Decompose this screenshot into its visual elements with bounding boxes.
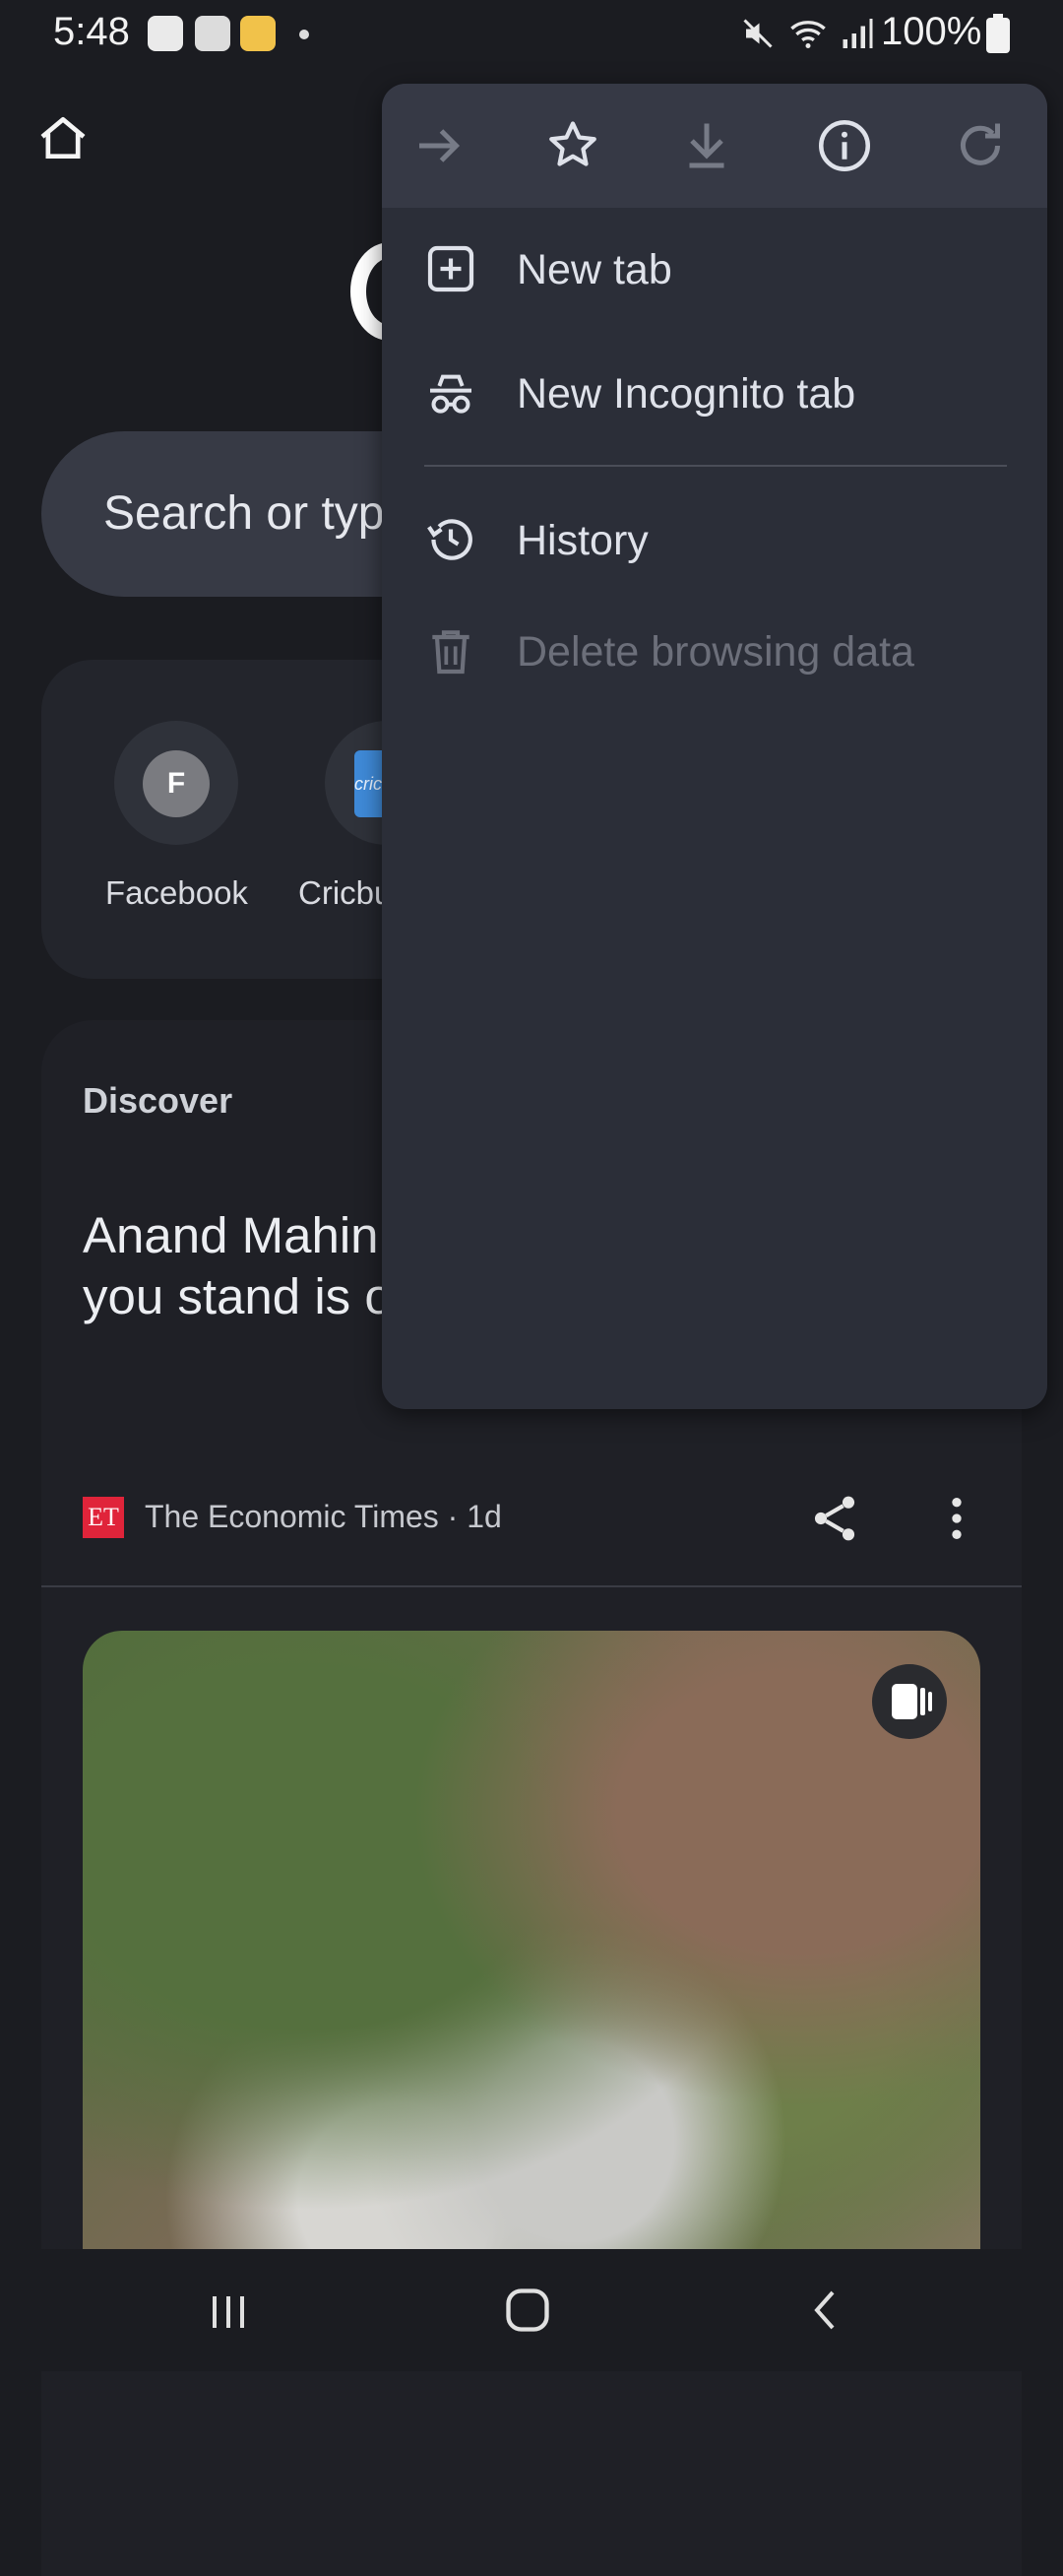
menu-item-label: Delete browsing data xyxy=(517,628,914,676)
battery-icon xyxy=(986,14,1010,53)
menu-item-new-incognito-tab[interactable]: New Incognito tab xyxy=(382,339,1047,447)
menu-item-history[interactable]: History xyxy=(382,485,1047,594)
battery-percent: 100% xyxy=(881,10,982,53)
status-bar: 5:48 100% xyxy=(0,0,1063,69)
article-divider xyxy=(41,1585,1022,1587)
wifi-icon xyxy=(790,21,826,48)
download-icon[interactable] xyxy=(677,116,736,175)
menu-item-label: History xyxy=(517,517,649,564)
menu-item-new-tab[interactable]: New tab xyxy=(382,215,1047,323)
search-placeholder: Search or type xyxy=(103,487,411,540)
share-icon[interactable] xyxy=(807,1491,862,1546)
recent-apps-icon[interactable] xyxy=(205,2288,252,2336)
info-icon[interactable] xyxy=(815,116,874,175)
article-source: The Economic Times · 1d xyxy=(145,1499,502,1534)
home-icon[interactable] xyxy=(35,110,91,165)
incognito-icon xyxy=(430,374,471,414)
menu-item-label: New tab xyxy=(517,246,672,293)
history-icon xyxy=(427,519,472,560)
dot-icon xyxy=(299,30,309,39)
nav-home-icon[interactable] xyxy=(502,2285,553,2336)
status-time: 5:48 xyxy=(53,10,130,53)
shortcut-cricbuzz-label: Cricbu xyxy=(298,874,393,911)
s-app-icon xyxy=(148,16,183,51)
new-tab-icon xyxy=(427,245,474,292)
trash-icon xyxy=(432,630,469,675)
mute-icon xyxy=(743,19,773,48)
cricbuzz-icon-text: cric xyxy=(354,774,382,794)
reload-icon[interactable] xyxy=(951,116,1010,175)
shortcut-facebook-label: Facebook xyxy=(105,874,248,911)
facebook-letter-icon: F xyxy=(143,750,210,817)
overflow-menu: New tab New Incognito tab History Delete… xyxy=(382,84,1047,1409)
more-options-icon[interactable] xyxy=(929,1491,984,1546)
menu-item-delete-browsing-data[interactable]: Delete browsing data xyxy=(382,597,1047,705)
menu-toolbar xyxy=(382,84,1047,208)
economic-times-logo: ET xyxy=(83,1497,124,1538)
discover-heading: Discover xyxy=(83,1080,233,1121)
app-notification-icon xyxy=(240,16,276,51)
menu-divider xyxy=(424,465,1007,467)
web-stories-icon xyxy=(872,1664,947,1739)
signal-icon xyxy=(843,19,873,48)
gallery-icon xyxy=(195,16,230,51)
back-icon[interactable] xyxy=(803,2286,850,2334)
system-nav-bar xyxy=(0,2249,1063,2371)
forward-icon[interactable] xyxy=(409,116,469,175)
menu-item-label: New Incognito tab xyxy=(517,370,856,418)
bookmark-star-icon[interactable] xyxy=(543,116,602,175)
